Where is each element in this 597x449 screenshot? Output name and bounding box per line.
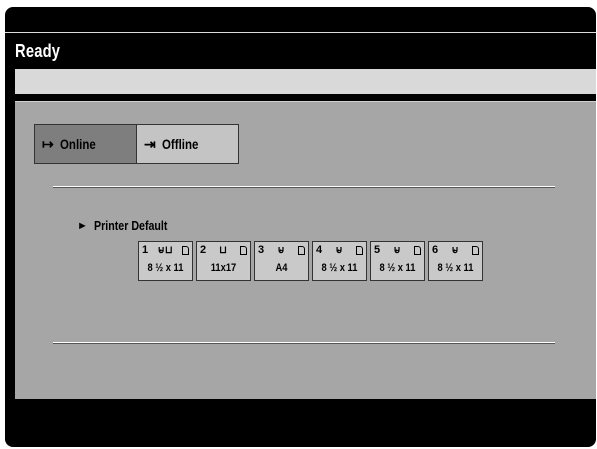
paper-sheet-icon <box>297 245 305 255</box>
printer-default-option[interactable]: ► Printer Default <box>77 218 183 233</box>
tray-size: 8 ½ x 11 <box>437 262 474 274</box>
tray-icon: ⊌ <box>451 244 459 256</box>
bypass-tray-icon: ⊌⊔ <box>157 244 173 256</box>
tray-6-button[interactable]: 6 ⊌ 8 ½ x 11 <box>428 241 483 281</box>
paper-sheet-icon <box>182 245 189 255</box>
tray-size: 8 ½ x 11 <box>321 262 358 274</box>
tray-list: 1 ⊌⊔ 8 ½ x 11 2 ⊔ 11x17 3 ⊌ A4 4 ⊌ 8 ½ x… <box>138 241 486 281</box>
tray-icon: ⊌ <box>277 244 285 256</box>
paper-sheet-icon <box>471 245 479 255</box>
tray-number: 3 <box>258 244 265 256</box>
tray-number: 5 <box>374 244 381 256</box>
offline-label: Offline <box>161 136 199 152</box>
offline-button[interactable]: ⇥ Offline <box>136 124 239 164</box>
paper-sheet-icon <box>240 245 247 255</box>
pointer-arrow-icon: ► <box>77 219 88 232</box>
status-bar <box>15 69 596 94</box>
tray-5-button[interactable]: 5 ⊌ 8 ½ x 11 <box>370 241 425 281</box>
main-panel: ↦ Online ⇥ Offline ► Printer Default 1 ⊌… <box>15 101 596 399</box>
divider-top <box>53 186 555 187</box>
online-label: Online <box>59 136 96 152</box>
printer-screen: Ready ↦ Online ⇥ Offline ► Printer Defau… <box>5 7 596 447</box>
tray-icon: ⊌ <box>393 244 401 256</box>
tray-number: 1 <box>142 244 149 256</box>
divider-bottom <box>53 342 555 343</box>
tray-number: 4 <box>316 244 323 256</box>
arrow-to-bar-icon: ↦ <box>42 135 54 152</box>
tray-1-button[interactable]: 1 ⊌⊔ 8 ½ x 11 <box>138 241 193 281</box>
page-title: Ready <box>15 41 61 61</box>
tray-size: 8 ½ x 11 <box>379 262 416 274</box>
bar-arrow-icon: ⇥ <box>144 135 156 152</box>
tray-2-button[interactable]: 2 ⊔ 11x17 <box>196 241 251 281</box>
tray-size: 11x17 <box>210 262 237 274</box>
printer-default-label: Printer Default <box>93 218 168 233</box>
tray-icon: ⊔ <box>219 244 227 256</box>
tray-number: 6 <box>432 244 439 256</box>
tray-4-button[interactable]: 4 ⊌ 8 ½ x 11 <box>312 241 367 281</box>
online-button[interactable]: ↦ Online <box>34 124 137 164</box>
paper-sheet-icon <box>413 245 421 255</box>
tray-3-button[interactable]: 3 ⊌ A4 <box>254 241 309 281</box>
tray-size: A4 <box>275 262 288 274</box>
title-divider <box>5 32 596 33</box>
tray-icon: ⊌ <box>335 244 343 256</box>
paper-sheet-icon <box>355 245 363 255</box>
tray-size: 8 ½ x 11 <box>147 262 184 274</box>
tray-number: 2 <box>200 244 207 256</box>
